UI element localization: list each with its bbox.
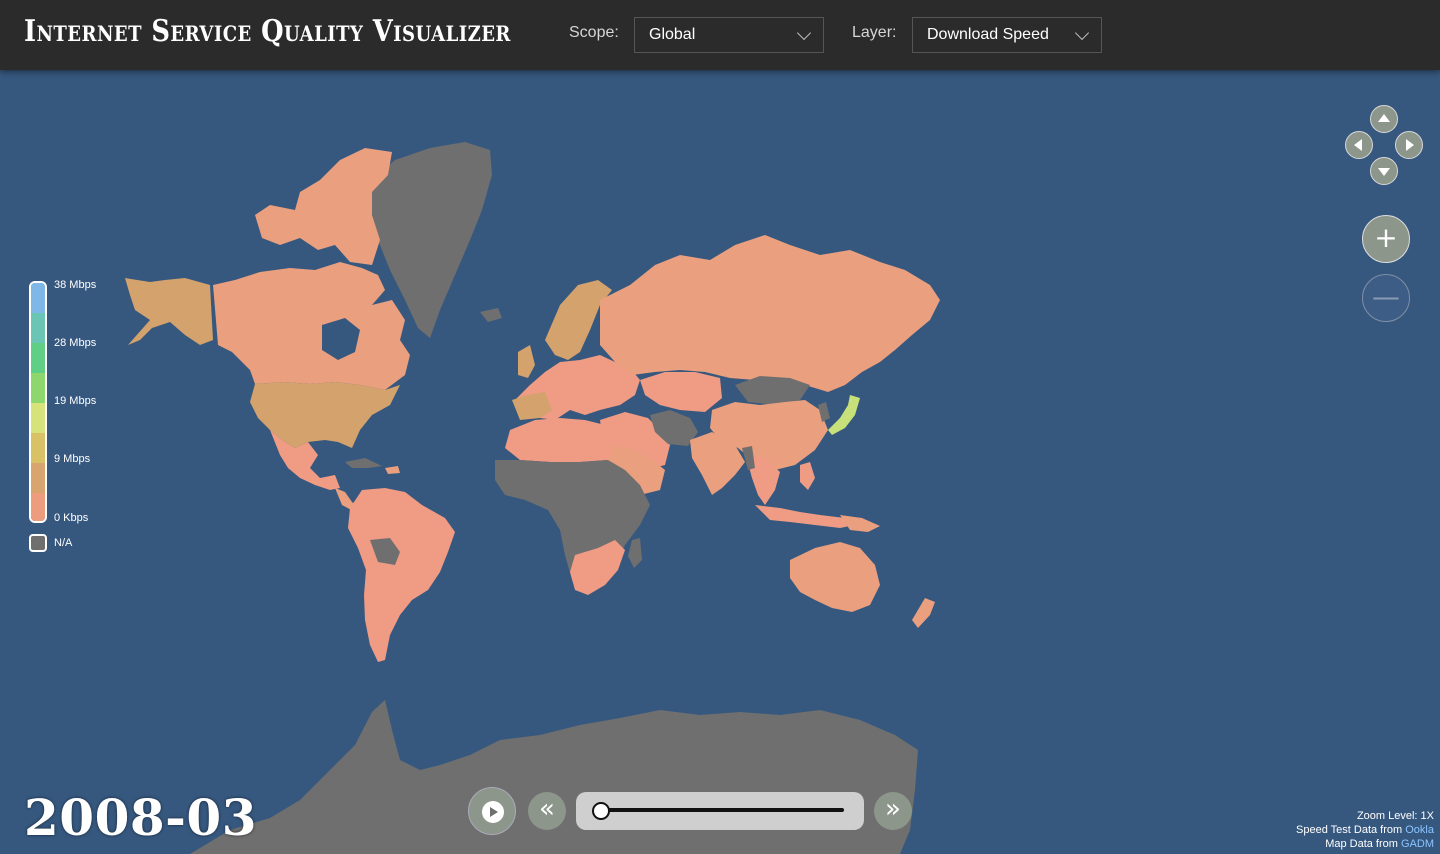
legend-label-28: 28 Mbps — [54, 337, 97, 349]
app-title: Internet Service Quality Visualizer — [24, 14, 511, 49]
current-date: 2008-03 — [24, 788, 257, 847]
legend-swatch — [31, 343, 45, 373]
slider-track — [596, 808, 844, 812]
zoom-in-button[interactable]: + — [1362, 215, 1410, 263]
arrow-left-icon — [1354, 139, 1362, 151]
play-icon — [482, 801, 504, 823]
legend-swatch — [31, 463, 45, 493]
layer-select[interactable]: Download Speed — [912, 17, 1102, 53]
layer-label: Layer: — [852, 24, 897, 41]
pan-left-button[interactable] — [1345, 131, 1373, 159]
map-attribution: Map Data from GADM — [1325, 838, 1434, 850]
world-map[interactable] — [0, 70, 1440, 854]
chevron-down-icon — [1074, 25, 1090, 41]
scope-value: Global — [649, 26, 696, 43]
legend-swatch — [31, 313, 45, 343]
legend-swatch — [31, 493, 45, 521]
legend-label-min: 0 Kbps — [54, 512, 89, 524]
next-button[interactable]: » — [874, 792, 912, 830]
legend-gradient — [29, 281, 47, 523]
gadm-link[interactable]: GADM — [1401, 838, 1434, 850]
legend-swatch — [31, 283, 45, 313]
pan-down-button[interactable] — [1370, 157, 1398, 185]
chevron-down-icon — [796, 25, 812, 41]
top-bar: Internet Service Quality Visualizer Scop… — [0, 0, 1440, 70]
scope-label: Scope: — [569, 24, 619, 41]
timeline-slider[interactable] — [576, 792, 864, 830]
legend-swatches — [31, 283, 45, 521]
zoom-level-text: Zoom Level: 1X — [1356, 810, 1434, 822]
previous-button[interactable]: « — [528, 792, 566, 830]
ookla-link[interactable]: Ookla — [1405, 824, 1434, 836]
layer-value: Download Speed — [927, 26, 1049, 43]
slider-handle[interactable] — [592, 802, 610, 820]
pan-right-button[interactable] — [1395, 131, 1423, 159]
legend-na-label: N/A — [54, 537, 73, 549]
arrow-down-icon — [1378, 168, 1390, 176]
speed-attribution: Speed Test Data from Ookla — [1296, 824, 1434, 836]
legend-swatch — [31, 433, 45, 463]
map-attribution-prefix: Map Data from — [1325, 838, 1401, 850]
play-button[interactable] — [468, 787, 516, 835]
arrow-up-icon — [1378, 114, 1390, 122]
minus-icon: — — [1372, 280, 1400, 313]
zoom-out-button[interactable]: — — [1362, 274, 1410, 322]
legend-label-19: 19 Mbps — [54, 395, 97, 407]
legend-swatch — [31, 373, 45, 403]
double-chevron-left-icon: « — [539, 794, 555, 824]
legend-label-9: 9 Mbps — [54, 453, 91, 465]
scope-select[interactable]: Global — [634, 17, 824, 53]
double-chevron-right-icon: » — [885, 794, 901, 824]
legend-label-max: 38 Mbps — [54, 279, 97, 291]
arrow-right-icon — [1406, 139, 1414, 151]
legend-na-swatch — [29, 534, 47, 552]
speed-attribution-prefix: Speed Test Data from — [1296, 824, 1406, 836]
legend-swatch — [31, 403, 45, 433]
plus-icon: + — [1374, 221, 1398, 254]
pan-up-button[interactable] — [1370, 105, 1398, 133]
